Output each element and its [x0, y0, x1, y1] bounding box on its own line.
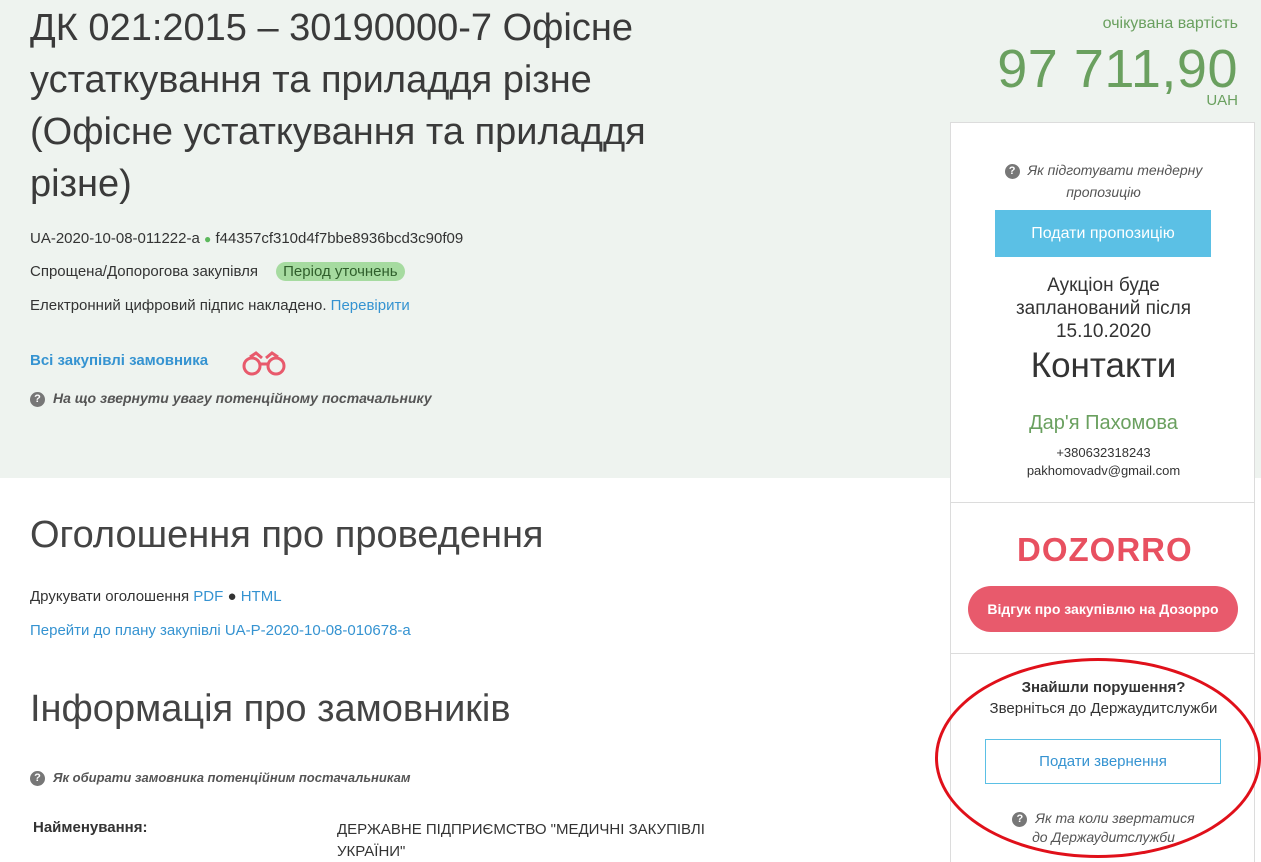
expected-value-currency: UAH — [1206, 92, 1238, 109]
page-title: ДК 021:2015 – 30190000-7 Офісне устаткув… — [30, 7, 646, 205]
submit-appeal-button[interactable]: Подати звернення — [985, 739, 1221, 784]
tender-id-line: UA-2020-10-08-011222-a ● f44357cf310d4f7… — [30, 230, 463, 247]
expected-value-label: очікувана вартість — [1102, 15, 1238, 32]
contact-phone: +380632318243 — [1056, 445, 1151, 460]
procedure-line: Спрощена/Допорогова закупівля Період уто… — [30, 262, 405, 281]
tender-id: UA-2020-10-08-011222-a — [30, 230, 200, 247]
appeal-hint[interactable]: ? Як та коли звертатися до Держаудитслужб… — [951, 809, 1256, 847]
question-icon: ? — [30, 771, 45, 786]
question-icon: ? — [1004, 164, 1020, 179]
print-line: Друкувати оголошення PDF ● HTML — [30, 588, 282, 605]
announcement-heading: Оголошення про проведення — [30, 514, 544, 556]
binoculars-icon[interactable] — [240, 350, 290, 383]
question-icon: ? — [1012, 812, 1028, 827]
auction-info: Аукціон буде запланований після 15.10.20… — [951, 274, 1256, 343]
auction-line2: запланований після — [1015, 298, 1192, 319]
customer-name-value: ДЕРЖАВНЕ ПІДПРИЄМСТВО "МЕДИЧНІ ЗАКУПІВЛІ… — [337, 821, 705, 860]
print-html-link[interactable]: HTML — [241, 588, 282, 605]
appeal-hint-line1: Як та коли звертатися — [1035, 810, 1195, 826]
submit-offer-button[interactable]: Подати пропозицію — [995, 210, 1211, 257]
all-purchases-link[interactable]: Всі закупівлі замовника — [30, 352, 208, 369]
customers-heading: Інформація про замовників — [30, 688, 511, 730]
contact-email: pakhomovadv@gmail.com — [1026, 463, 1181, 478]
print-label: Друкувати оголошення — [30, 588, 190, 605]
contacts-heading: Контакти — [1030, 346, 1177, 385]
procedure-type: Спрощена/Допорогова закупівля — [30, 263, 258, 280]
prepare-hint-line2: пропозицію — [1066, 184, 1141, 200]
customer-hint-text: Як обирати замовника потенційним постача… — [53, 770, 411, 785]
dozorro-feedback-button[interactable]: Відгук про закупівлю на Дозорро — [968, 586, 1238, 632]
sidebar-panel: ? Як підготувати тендерну пропозицію Пода… — [950, 122, 1255, 862]
separator-dot: ● — [227, 588, 237, 605]
question-icon: ? — [30, 392, 45, 407]
prepare-offer-hint[interactable]: ? Як підготувати тендерну пропозицію — [951, 159, 1256, 203]
contact-name: Дар'я Пахомова — [1029, 412, 1178, 434]
status-badge: Період уточнень — [276, 262, 405, 281]
status-dot-icon: ● — [204, 232, 212, 246]
tender-hash: f44357cf310d4f7bbe8936bcd3c90f09 — [215, 230, 464, 247]
divider — [951, 653, 1254, 654]
violation-subtext: Зверніться до Держаудитслужби — [989, 700, 1218, 717]
auction-line1: Аукціон буде — [1047, 275, 1160, 296]
signature-text: Електронний цифровий підпис накладено. — [30, 297, 327, 314]
divider — [951, 502, 1254, 503]
print-pdf-link[interactable]: PDF — [193, 588, 223, 605]
prepare-hint-line1: Як підготувати тендерну — [1027, 162, 1203, 178]
auction-date: 15.10.2020 — [1055, 321, 1152, 342]
violation-question: Знайшли порушення? — [1021, 679, 1186, 696]
customer-name-label: Найменування: — [33, 819, 148, 836]
verify-signature-link[interactable]: Перевірити — [331, 297, 410, 314]
supplier-hint[interactable]: ? На що звернути увагу потенційному поста… — [30, 390, 432, 407]
procurement-plan-link[interactable]: Перейти до плану закупівлі UA-P-2020-10-… — [30, 622, 411, 639]
customer-hint[interactable]: ? Як обирати замовника потенційним постач… — [30, 770, 410, 786]
signature-line: Електронний цифровий підпис накладено. П… — [30, 297, 410, 314]
expected-value-amount: 97 711,90 — [997, 39, 1238, 99]
dozorro-logo: DOZORRO — [1017, 531, 1193, 568]
appeal-hint-line2: до Держаудитслужби — [1032, 829, 1175, 845]
supplier-hint-text: На що звернути увагу потенційному постач… — [53, 390, 432, 406]
